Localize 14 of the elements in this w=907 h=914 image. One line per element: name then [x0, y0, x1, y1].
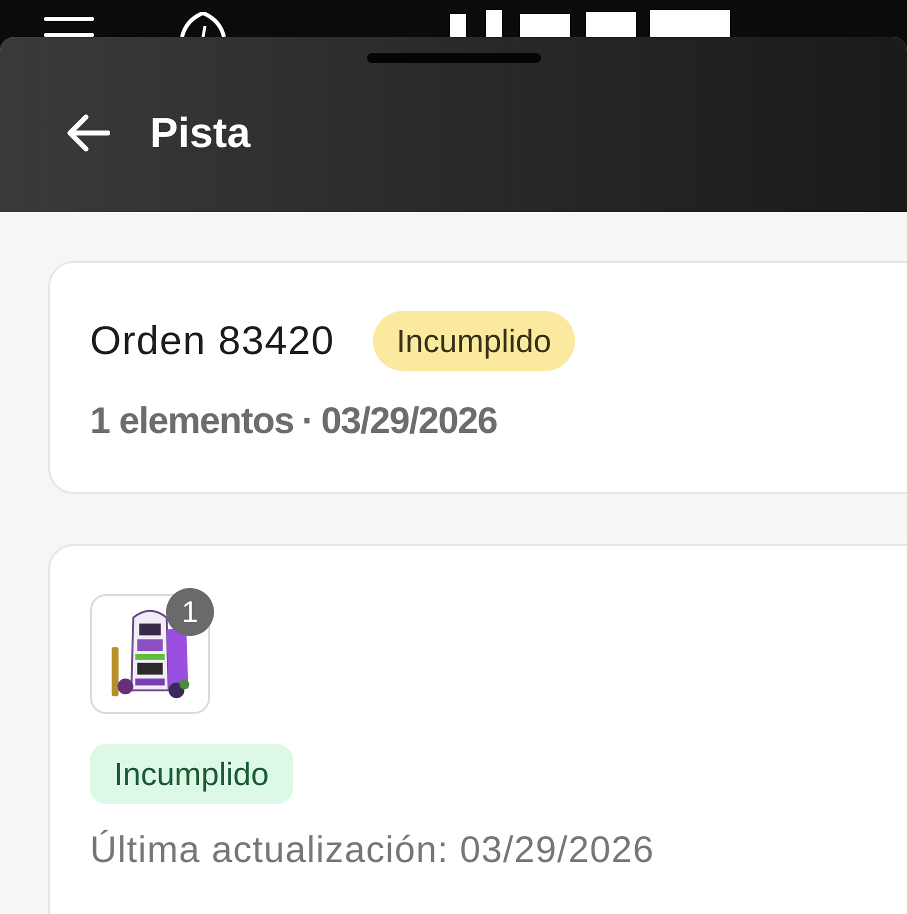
last-updated-text: Última actualización: 03/29/2026: [90, 828, 656, 872]
drag-handle[interactable]: [366, 53, 540, 63]
product-thumbnail[interactable]: [90, 594, 210, 714]
status-badge: Incumplido: [90, 744, 293, 804]
order-title: Orden 83420: [90, 318, 335, 365]
separator-dot: ·: [302, 399, 314, 443]
page-title: Pista: [150, 108, 250, 158]
items-count: 1 elementos: [90, 399, 294, 443]
leaf-icon[interactable]: [178, 12, 228, 37]
quantity-badge: 1: [166, 588, 214, 636]
menu-icon[interactable]: [44, 17, 94, 37]
back-arrow-icon[interactable]: [66, 114, 110, 152]
order-date: 03/29/2026: [321, 399, 498, 443]
status-badge: Incumplido: [372, 311, 576, 371]
